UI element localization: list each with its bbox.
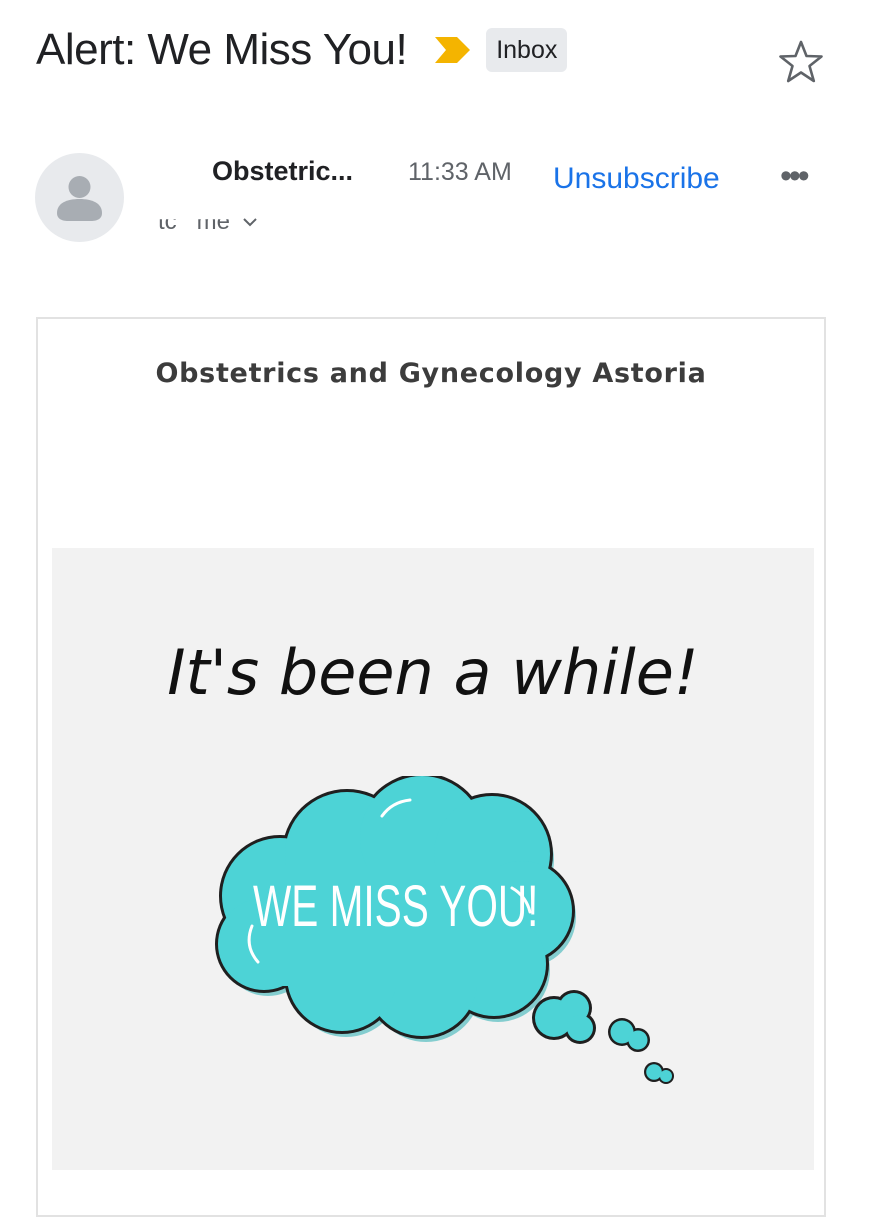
inbox-label-badge[interactable]: Inbox: [486, 28, 568, 72]
clinic-name: Obstetrics and Gynecology Astoria: [155, 358, 707, 389]
avatar-person-icon: [57, 176, 102, 221]
chevron-down-icon: [243, 218, 257, 227]
promo-image: It's been a while! WE MISS YOU!: [52, 548, 814, 1170]
recipient-line[interactable]: tc me: [158, 208, 258, 236]
email-subject: Alert: We Miss You!: [36, 25, 408, 74]
avatar[interactable]: [35, 153, 124, 242]
subject-row: Alert: We Miss You! Inbox: [36, 22, 568, 78]
message-time: 11:33 AM: [408, 158, 512, 186]
promo-tagline: It's been a while!: [167, 636, 699, 709]
cloud-text: WE MISS YOU!: [253, 874, 538, 939]
thought-cloud-illustration: WE MISS YOU!: [215, 776, 674, 1084]
sender-name[interactable]: Obstetric...: [212, 156, 353, 187]
email-body-card: Obstetrics and Gynecology Astoria It's b…: [36, 317, 826, 1217]
recipient-fragment: tc: [158, 208, 177, 235]
importance-marker-icon[interactable]: [433, 35, 473, 65]
more-options-icon[interactable]: •••: [780, 159, 810, 193]
recipient-fragment: me: [196, 208, 231, 235]
star-icon[interactable]: [776, 38, 826, 86]
unsubscribe-link[interactable]: Unsubscribe: [553, 162, 720, 196]
